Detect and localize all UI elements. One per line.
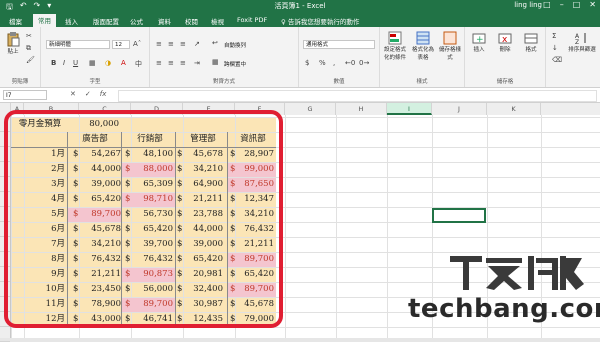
fill-color-icon[interactable]: ◑ — [105, 59, 111, 67]
bold-icon[interactable]: B — [51, 59, 56, 67]
conditional-format-icon — [388, 31, 402, 45]
title-bar: 🖫 ↶ ↷ ▾ 活頁簿1 - Excel ling ling □ – □ ✕ — [0, 0, 600, 13]
merge-center-button[interactable]: 跨欄置中 — [224, 60, 246, 68]
cancel-entry-icon[interactable]: ✕ — [70, 90, 76, 98]
font-name-select[interactable]: 新細明體 — [46, 40, 110, 49]
row-header[interactable] — [0, 327, 10, 342]
styles-group: 設定格式化的條件 格式化為表格 儲存格樣式 樣式 — [380, 27, 465, 87]
column-header-H[interactable]: H — [336, 103, 387, 115]
watermark-brand: techbang.com — [408, 294, 600, 324]
align-right-icon[interactable]: ≡ — [180, 59, 186, 67]
percent-icon[interactable]: % — [319, 59, 326, 67]
insert-function-icon[interactable]: fx — [100, 90, 107, 98]
wrap-text-button[interactable]: 自動換列 — [224, 41, 246, 49]
cell-styles-icon — [443, 31, 457, 45]
paste-icon — [7, 32, 20, 47]
indent-icon[interactable]: ⇥ — [194, 59, 200, 67]
svg-text:Z: Z — [575, 39, 579, 45]
editing-group: Σ ↓ ⌫ AZ 排序與篩選 — [546, 27, 600, 87]
cells-group: + 插入 x 刪除 格式 儲存格 — [465, 27, 546, 87]
merge-icon[interactable]: ▦ — [212, 58, 219, 66]
format-as-table-button[interactable]: 格式化為表格 — [410, 31, 436, 61]
alignment-group: ≡ ≡ ≡ ↗ ↩ 自動換列 ≡ ≡ ≡ ⇥ ▦ 跨欄置中 對齊方式 — [150, 27, 299, 87]
grid-vline — [336, 115, 337, 338]
align-middle-icon[interactable]: ≡ — [168, 40, 174, 48]
tab-7[interactable]: 檢視 — [206, 15, 229, 27]
grow-font-icon[interactable]: Aˆ — [133, 40, 141, 48]
column-header-K[interactable]: K — [487, 103, 541, 115]
phonetic-icon[interactable]: 中 — [135, 59, 142, 69]
format-cells-icon — [524, 33, 538, 44]
decrease-decimal-icon[interactable]: 0→ — [359, 59, 369, 67]
conditional-format-button[interactable]: 設定格式化的條件 — [382, 31, 408, 61]
italic-icon[interactable]: I — [63, 59, 65, 67]
align-bottom-icon[interactable]: ≡ — [180, 40, 186, 48]
tab-5[interactable]: 資料 — [153, 15, 176, 27]
align-top-icon[interactable]: ≡ — [156, 40, 162, 48]
sort-filter-icon: AZ — [575, 33, 586, 45]
insert-cells-icon: + — [472, 33, 486, 45]
watermark: techbang.com — [400, 250, 600, 330]
maximize-icon[interactable]: □ — [573, 0, 581, 9]
fill-icon[interactable]: ↓ — [552, 44, 558, 52]
grid-vline — [387, 115, 388, 338]
ribbon-display-options-icon[interactable]: □ — [543, 0, 551, 9]
format-cells-button[interactable]: 格式 — [519, 31, 543, 53]
borders-icon[interactable]: ▦ — [89, 59, 96, 67]
clipboard-group: 貼上 ✂ ⧉ 🖌 剪貼簿 — [0, 27, 41, 87]
format-as-table-icon — [416, 31, 430, 45]
number-group: 通用格式 $ % , ←0 0→ 數值 — [299, 27, 380, 87]
insert-cells-button[interactable]: + 插入 — [467, 31, 491, 53]
comma-icon[interactable]: , — [333, 59, 335, 67]
tab-6[interactable]: 校閱 — [180, 15, 203, 27]
ribbon-tabs: 檔案 常用 插入 版面配置 公式 資料 校閱 檢視 Foxit PDF ♀ 告訴我您想要執行的動作 — [0, 13, 600, 28]
underline-icon[interactable]: U — [73, 59, 78, 67]
grid-vline — [285, 115, 286, 338]
tab-3[interactable]: 版面配置 — [88, 15, 124, 27]
number-format-select[interactable]: 通用格式 — [303, 40, 375, 49]
clear-icon[interactable]: ⌫ — [552, 56, 562, 64]
tab-1[interactable]: 常用 — [33, 14, 56, 28]
confirm-entry-icon[interactable]: ✓ — [85, 90, 91, 98]
font-size-select[interactable]: 12 — [112, 40, 130, 49]
tab-4[interactable]: 公式 — [125, 15, 148, 27]
delete-cells-button[interactable]: x 刪除 — [493, 31, 517, 53]
user-name[interactable]: ling ling — [514, 1, 542, 9]
sort-filter-button[interactable]: AZ 排序與篩選 — [566, 31, 598, 53]
align-center-icon[interactable]: ≡ — [168, 59, 174, 67]
highlight-frame — [4, 110, 283, 328]
font-group: 新細明體 12 Aˆ B I U ▦ ◑ A 中 字型 — [41, 27, 150, 87]
formula-bar: I7 ✕ ✓ fx — [0, 88, 600, 103]
accounting-icon[interactable]: $ — [305, 59, 309, 67]
cell-styles-button[interactable]: 儲存格樣式 — [438, 31, 462, 61]
cut-icon[interactable]: ✂ — [26, 32, 32, 40]
column-header-J[interactable]: J — [432, 103, 487, 115]
paste-button[interactable]: 貼上 — [4, 31, 22, 55]
selected-cell[interactable] — [432, 208, 486, 223]
minimize-icon[interactable]: – — [560, 0, 564, 9]
close-icon[interactable]: ✕ — [589, 0, 596, 9]
copy-icon[interactable]: ⧉ — [26, 44, 31, 53]
ribbon: 貼上 ✂ ⧉ 🖌 剪貼簿 新細明體 12 Aˆ B I U ▦ ◑ A 中 字型… — [0, 27, 600, 88]
column-header-I[interactable]: I — [387, 103, 432, 115]
font-color-icon[interactable]: A — [121, 59, 126, 67]
svg-text:x: x — [502, 35, 508, 45]
delete-cells-icon: x — [498, 33, 512, 45]
formula-input[interactable] — [118, 90, 597, 102]
increase-decimal-icon[interactable]: ←0 — [345, 59, 355, 67]
column-header-G[interactable]: G — [285, 103, 336, 115]
svg-text:+: + — [476, 35, 484, 45]
align-left-icon[interactable]: ≡ — [156, 59, 162, 67]
tab-8[interactable]: Foxit PDF — [232, 15, 272, 25]
autosum-icon[interactable]: Σ — [552, 32, 556, 40]
name-box[interactable]: I7 — [3, 90, 47, 100]
tab-0[interactable]: 檔案 — [4, 15, 27, 27]
wrap-text-icon[interactable]: ↩ — [212, 39, 218, 47]
tab-9[interactable]: ♀ 告訴我您想要執行的動作 — [276, 15, 364, 27]
window-title: 活頁簿1 - Excel — [274, 2, 326, 10]
tab-2[interactable]: 插入 — [60, 15, 83, 27]
format-painter-icon[interactable]: 🖌 — [26, 56, 35, 64]
orientation-icon[interactable]: ↗ — [194, 40, 200, 48]
